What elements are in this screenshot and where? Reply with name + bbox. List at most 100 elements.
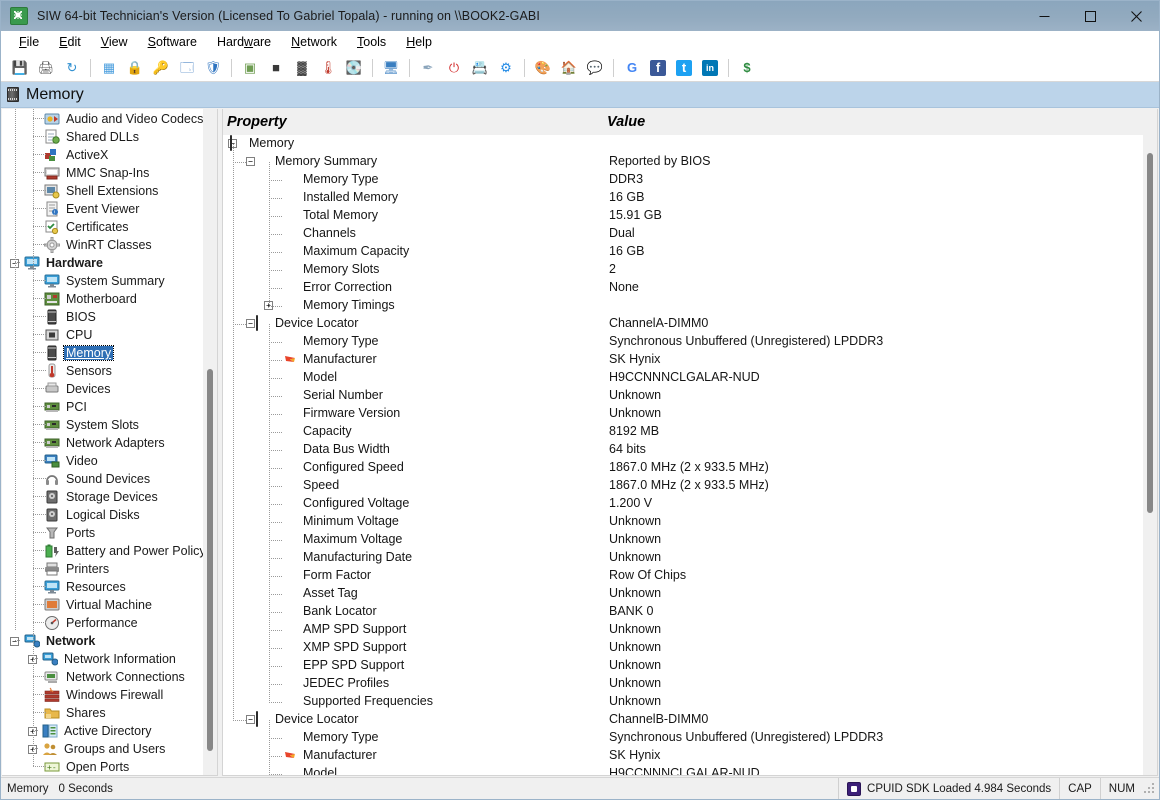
- property-row[interactable]: Serial Number Unknown: [223, 387, 1157, 405]
- toolbar-facebook-icon[interactable]: f: [647, 57, 669, 78]
- toolbar-twitter-icon[interactable]: t: [673, 57, 695, 78]
- property-row[interactable]: Installed Memory 16 GB: [223, 189, 1157, 207]
- toolbar-feedback-icon[interactable]: 💬: [584, 57, 606, 78]
- toolbar-grid-view-icon[interactable]: ▦: [98, 57, 120, 78]
- collapse-icon[interactable]: −: [246, 715, 255, 724]
- toolbar-memory-icon[interactable]: ▓: [291, 57, 313, 78]
- property-row[interactable]: Firmware Version Unknown: [223, 405, 1157, 423]
- property-row[interactable]: Asset Tag Unknown: [223, 585, 1157, 603]
- toolbar-security-shield-icon[interactable]: 🛡: [202, 57, 224, 78]
- property-row[interactable]: Model H9CCNNNCLGALAR-NUD: [223, 369, 1157, 387]
- menu-item-view[interactable]: View: [91, 33, 138, 51]
- certificate-icon: [44, 219, 60, 235]
- toolbar-settings-gear-icon[interactable]: ⚙: [495, 57, 517, 78]
- collapse-icon[interactable]: −: [246, 157, 255, 166]
- property-scrollbar-thumb[interactable]: [1147, 153, 1153, 513]
- property-row[interactable]: Memory Type Synchronous Unbuffered (Unreg…: [223, 729, 1157, 747]
- toolbar-print-icon[interactable]: 🖨: [35, 57, 57, 78]
- toolbar-save-icon[interactable]: 💾: [9, 57, 31, 78]
- maximize-button[interactable]: [1067, 1, 1113, 31]
- menu-item-edit[interactable]: Edit: [49, 33, 91, 51]
- property-row[interactable]: Maximum Capacity 16 GB: [223, 243, 1157, 261]
- motherboard-icon: [44, 291, 60, 307]
- minimize-button[interactable]: [1021, 1, 1067, 31]
- toolbar-home-icon[interactable]: 🏠: [558, 57, 580, 78]
- column-header-value[interactable]: Value: [607, 114, 645, 130]
- toolbar-motherboard-icon[interactable]: ▣: [239, 57, 261, 78]
- toolbar-google-icon[interactable]: G: [621, 57, 643, 78]
- toolbar-storage-icon[interactable]: 💽: [343, 57, 365, 78]
- toolbar-donate-icon[interactable]: $: [736, 57, 758, 78]
- property-row[interactable]: Total Memory 15.91 GB: [223, 207, 1157, 225]
- property-row[interactable]: AMP SPD Support Unknown: [223, 621, 1157, 639]
- property-row[interactable]: Memory Type Synchronous Unbuffered (Unreg…: [223, 333, 1157, 351]
- menu-item-tools[interactable]: Tools: [347, 33, 396, 51]
- property-row[interactable]: Channels Dual: [223, 225, 1157, 243]
- menu-item-software[interactable]: Software: [138, 33, 207, 51]
- property-row[interactable]: Data Bus Width 64 bits: [223, 441, 1157, 459]
- menu-item-help[interactable]: Help: [396, 33, 442, 51]
- close-button[interactable]: [1113, 1, 1159, 31]
- resize-grip[interactable]: [1143, 781, 1157, 796]
- toolbar-lock-icon[interactable]: 🔒: [124, 57, 146, 78]
- toolbar-key-icon[interactable]: 🔑: [150, 57, 172, 78]
- property-row[interactable]: Error Correction None: [223, 279, 1157, 297]
- status-right: CPUID SDK Loaded 4.984 Seconds CAP NUM: [838, 778, 1159, 799]
- property-row[interactable]: Minimum Voltage Unknown: [223, 513, 1157, 531]
- main-body: Audio and Video Codecs Shared DLLs ActiveX…: [1, 108, 1159, 777]
- property-row[interactable]: − Device Locator ChannelA-DIMM0: [223, 315, 1157, 333]
- collapse-icon[interactable]: −: [246, 319, 255, 328]
- toolbar-contact-icon[interactable]: 📇: [469, 57, 491, 78]
- property-row[interactable]: Memory Slots 2: [223, 261, 1157, 279]
- active-directory-icon: [42, 723, 58, 739]
- toolbar-cpu-icon[interactable]: ■: [265, 57, 287, 78]
- property-row[interactable]: Manufacturer SK Hynix: [223, 351, 1157, 369]
- tree-guide-line: [33, 154, 47, 155]
- property-row[interactable]: − Memory Summary Reported by BIOS: [223, 153, 1157, 171]
- property-row[interactable]: −Memory: [223, 135, 1157, 153]
- property-row[interactable]: Model H9CCNNNCLGALAR-NUD: [223, 765, 1157, 775]
- property-row[interactable]: Maximum Voltage Unknown: [223, 531, 1157, 549]
- sidebar-scrollbar-thumb[interactable]: [207, 369, 213, 751]
- menu-item-file[interactable]: File: [9, 33, 49, 51]
- property-row[interactable]: XMP SPD Support Unknown: [223, 639, 1157, 657]
- menu-item-hardware[interactable]: Hardware: [207, 33, 281, 51]
- property-row[interactable]: Manufacturing Date Unknown: [223, 549, 1157, 567]
- tree-guide-line: [33, 532, 47, 533]
- property-row[interactable]: Bank Locator BANK 0: [223, 603, 1157, 621]
- property-value: ChannelA-DIMM0: [609, 316, 709, 330]
- collapse-icon[interactable]: −: [10, 636, 19, 646]
- toolbar-paint-icon[interactable]: 🎨: [532, 57, 554, 78]
- sidebar-scrollbar[interactable]: [203, 109, 217, 775]
- sidebar-item-label: Certificates: [66, 220, 129, 234]
- menu-item-network[interactable]: Network: [281, 33, 347, 51]
- toolbar-sensors-icon[interactable]: 🌡: [317, 57, 339, 78]
- property-row[interactable]: Configured Voltage 1.200 V: [223, 495, 1157, 513]
- status-cpuid-cell: CPUID SDK Loaded 4.984 Seconds: [838, 778, 1059, 799]
- toolbar-system-info-icon[interactable]: 🗔: [176, 57, 198, 78]
- property-row[interactable]: JEDEC Profiles Unknown: [223, 675, 1157, 693]
- property-row[interactable]: Speed 1867.0 MHz (2 x 933.5 MHz): [223, 477, 1157, 495]
- column-header-property[interactable]: Property: [227, 114, 287, 130]
- property-row[interactable]: Capacity 8192 MB: [223, 423, 1157, 441]
- donate-icon: $: [743, 60, 751, 75]
- property-row[interactable]: Memory Type DDR3: [223, 171, 1157, 189]
- toolbar-eraser-icon[interactable]: ✒: [417, 57, 439, 78]
- property-row[interactable]: − Device Locator ChannelB-DIMM0: [223, 711, 1157, 729]
- sidebar-item-label: Shell Extensions: [66, 184, 159, 198]
- property-row[interactable]: EPP SPD Support Unknown: [223, 657, 1157, 675]
- property-row[interactable]: Manufacturer SK Hynix: [223, 747, 1157, 765]
- property-scrollbar[interactable]: [1143, 135, 1157, 775]
- sidebar-item-label: Virtual Machine: [66, 598, 152, 612]
- property-row[interactable]: Form Factor Row Of Chips: [223, 567, 1157, 585]
- property-row[interactable]: +Memory Timings: [223, 297, 1157, 315]
- toolbar-linkedin-icon[interactable]: in: [699, 57, 721, 78]
- property-row[interactable]: Configured Speed 1867.0 MHz (2 x 933.5 MH…: [223, 459, 1157, 477]
- toolbar-shutdown-icon[interactable]: ⏻: [443, 57, 465, 78]
- toolbar-refresh-icon[interactable]: ↻: [61, 57, 83, 78]
- property-row[interactable]: Supported Frequencies Unknown: [223, 693, 1157, 711]
- toolbar-network-icon[interactable]: 🖥: [380, 57, 402, 78]
- save-icon: 💾: [11, 60, 29, 75]
- net-connection-icon: [44, 669, 60, 685]
- sidebar-item-label: Motherboard: [66, 292, 137, 306]
